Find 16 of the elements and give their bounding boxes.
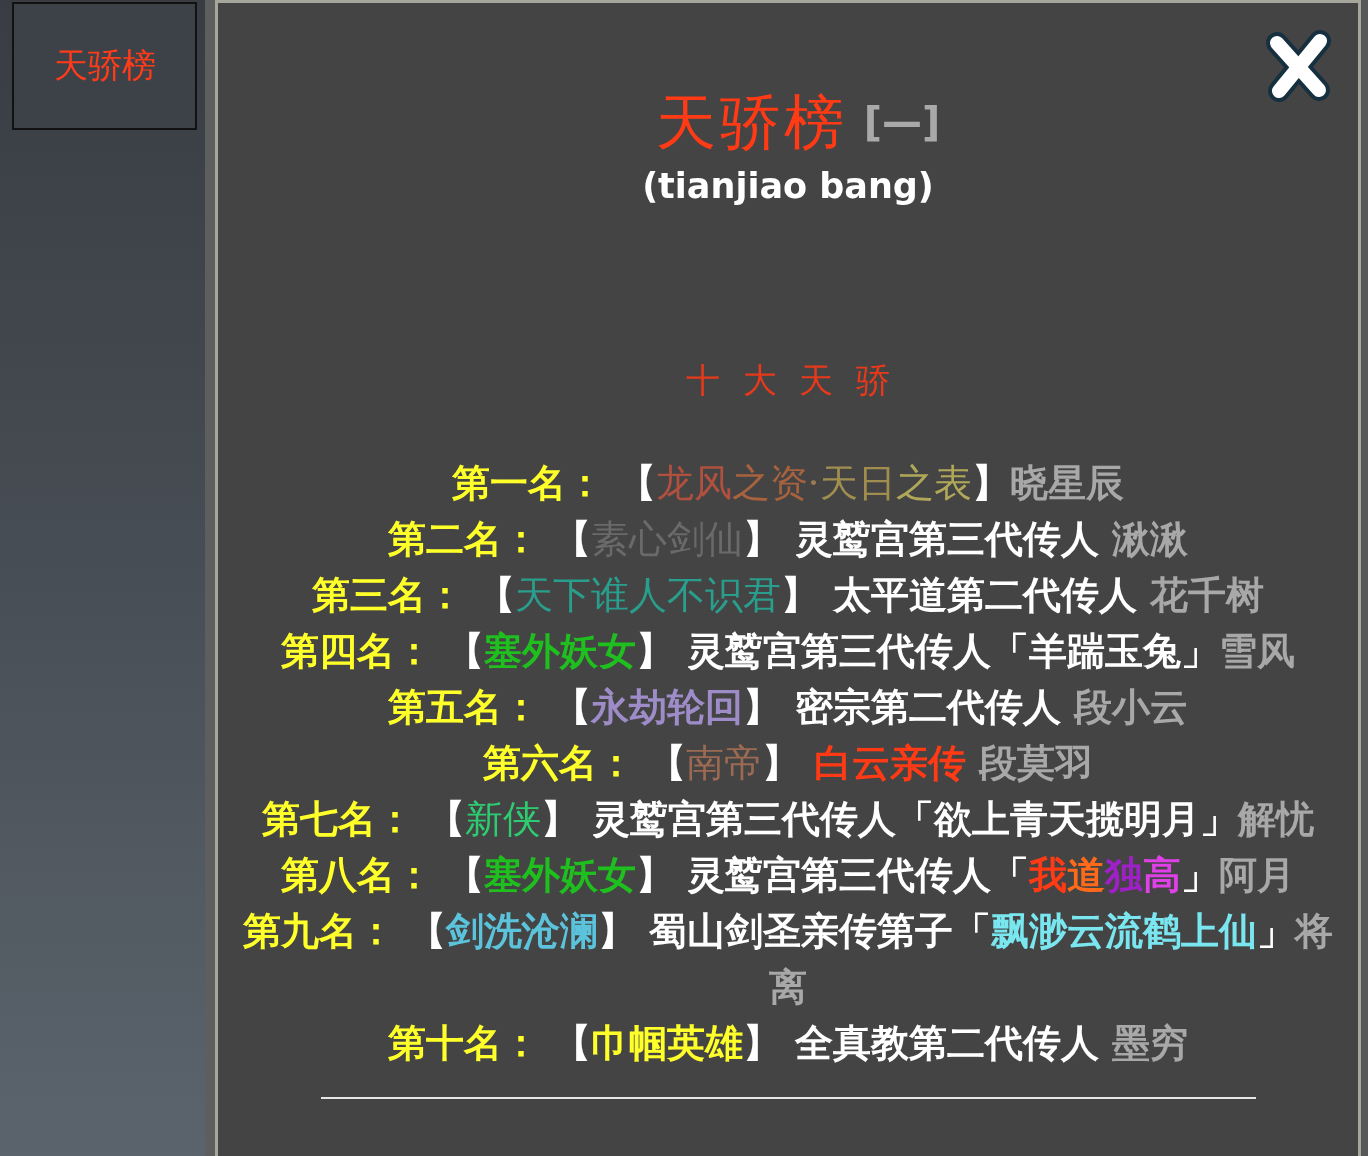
collapse-toggle[interactable]: [—] [863, 98, 941, 146]
sidebar-button[interactable]: 天骄榜 [12, 2, 197, 130]
panel-title: 天骄榜 [655, 90, 848, 154]
close-icon [1264, 30, 1332, 102]
ranking-entry: 第一名： 【龙风之资·天日之表】晓星辰 [452, 460, 1124, 507]
ranking-entry: 第八名： 【塞外妖女】 灵鹫宫第三代传人「我道独高」阿月 [280, 852, 1296, 899]
ranking-entry: 第十名： 【巾帼英雄】 全真教第二代传人 墨穷 [388, 1020, 1188, 1067]
section-heading: 十 大 天 骄 [685, 360, 891, 400]
ranking-entry: 第三名： 【天下谁人不识君】 太平道第二代传人 花千树 [312, 572, 1264, 619]
ranking-entry: 第六名： 【南帝】 白云亲传 段莫羽 [483, 740, 1093, 787]
ranking-entry: 第七名： 【新侠】 灵鹫宫第三代传人「欲上青天揽明月」解忧 [261, 796, 1315, 843]
close-button[interactable] [1264, 30, 1332, 102]
ranking-entry: 第九名： 【剑洗沧澜】 蜀山剑圣亲传第子「飘渺云流鹤上仙」将离 [241, 908, 1335, 1011]
ranking-entry: 第四名： 【塞外妖女】 灵鹫宫第三代传人「羊踹玉兔」雪风 [280, 628, 1296, 675]
ranking-entry: 第五名： 【永劫轮回】 密宗第二代传人 段小云 [388, 684, 1188, 731]
panel-subtitle: (tianjiao bang) [642, 165, 934, 208]
